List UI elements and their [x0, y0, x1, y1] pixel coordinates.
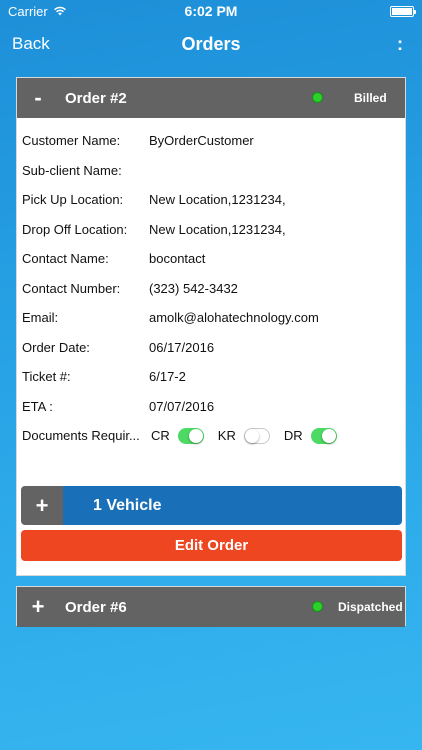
order-details: Customer Name: ByOrderCustomer Sub-clien… — [17, 118, 405, 451]
detail-row-pick-up-location: Pick Up Location: New Location,1231234, — [22, 185, 400, 215]
detail-row-drop-off-location: Drop Off Location: New Location,1231234, — [22, 215, 400, 245]
detail-row-ticket: Ticket #: 6/17-2 — [22, 362, 400, 392]
detail-row-contact-number: Contact Number: (323) 542-3432 — [22, 274, 400, 304]
kr-toggle[interactable] — [243, 427, 270, 444]
field-label: Pick Up Location: — [22, 192, 124, 208]
status-dot-icon — [312, 601, 323, 612]
carrier-label: Carrier — [8, 3, 48, 19]
expand-icon[interactable]: + — [27, 594, 49, 620]
field-value: amolk@alohatechnology.com — [149, 310, 319, 326]
order-header[interactable]: - Order #2 Billed — [17, 78, 405, 118]
plus-icon[interactable]: + — [21, 486, 63, 525]
page-title: Orders — [181, 33, 241, 54]
order-card-expanded: - Order #2 Billed Customer Name: ByOrder… — [16, 77, 406, 576]
collapse-icon[interactable]: - — [27, 85, 49, 111]
cr-toggle[interactable] — [177, 427, 204, 444]
vehicle-count-label[interactable]: 1 Vehicle — [63, 486, 402, 525]
order-title: Order #2 — [65, 89, 127, 107]
back-button[interactable]: Back — [12, 34, 50, 54]
field-label: Customer Name: — [22, 133, 121, 149]
field-label: Documents Requir... — [22, 428, 140, 444]
switch-label-dr: DR — [283, 428, 303, 444]
field-value: New Location,1231234, — [149, 192, 286, 208]
wifi-icon — [53, 6, 66, 16]
status-badge: Billed — [354, 91, 387, 105]
field-label: Email: — [22, 310, 59, 326]
field-label: Sub-client Name: — [22, 162, 122, 178]
field-value: ByOrderCustomer — [149, 133, 254, 149]
battery-icon — [390, 5, 416, 17]
detail-row-contact-name: Contact Name: bocontact — [22, 244, 400, 274]
field-label: Contact Name: — [22, 251, 109, 267]
order-header[interactable]: + Order #6 Dispatched — [17, 587, 405, 627]
more-options-button[interactable]: : — [390, 34, 410, 55]
detail-row-customer-name: Customer Name: ByOrderCustomer — [22, 126, 400, 156]
order-title: Order #6 — [65, 598, 127, 616]
field-value: New Location,1231234, — [149, 221, 286, 237]
field-value: (323) 542-3432 — [149, 280, 238, 296]
field-value: 06/17/2016 — [149, 339, 215, 355]
detail-row-documents: Documents Requir... CR KR DR — [22, 421, 400, 451]
status-bar: Carrier 6:02 PM — [0, 0, 422, 22]
dr-toggle[interactable] — [310, 427, 337, 444]
vehicle-row[interactable]: + 1 Vehicle — [21, 486, 402, 525]
detail-row-sub-client-name: Sub-client Name: — [22, 156, 400, 186]
detail-row-order-date: Order Date: 06/17/2016 — [22, 333, 400, 363]
order-card-collapsed: + Order #6 Dispatched — [16, 586, 406, 627]
switch-label-kr: KR — [217, 428, 236, 444]
field-label: ETA : — [22, 398, 53, 414]
field-value: 07/07/2016 — [149, 398, 215, 414]
field-label: Contact Number: — [22, 280, 121, 296]
field-label: Order Date: — [22, 339, 90, 355]
field-label: Drop Off Location: — [22, 221, 128, 237]
carrier-info: Carrier — [8, 4, 67, 19]
field-label: Ticket #: — [22, 369, 71, 385]
switch-label-cr: CR — [151, 428, 170, 444]
edit-order-button[interactable]: Edit Order — [21, 530, 402, 561]
status-dot-icon — [312, 92, 323, 103]
navigation-bar: Back Orders : — [0, 22, 422, 66]
document-switches: CR KR DR — [149, 427, 343, 444]
detail-row-email: Email: amolk@alohatechnology.com — [22, 303, 400, 333]
status-badge: Dispatched — [338, 600, 403, 614]
field-value: 6/17-2 — [149, 369, 186, 385]
field-value: bocontact — [149, 251, 206, 267]
detail-row-eta: ETA : 07/07/2016 — [22, 392, 400, 422]
